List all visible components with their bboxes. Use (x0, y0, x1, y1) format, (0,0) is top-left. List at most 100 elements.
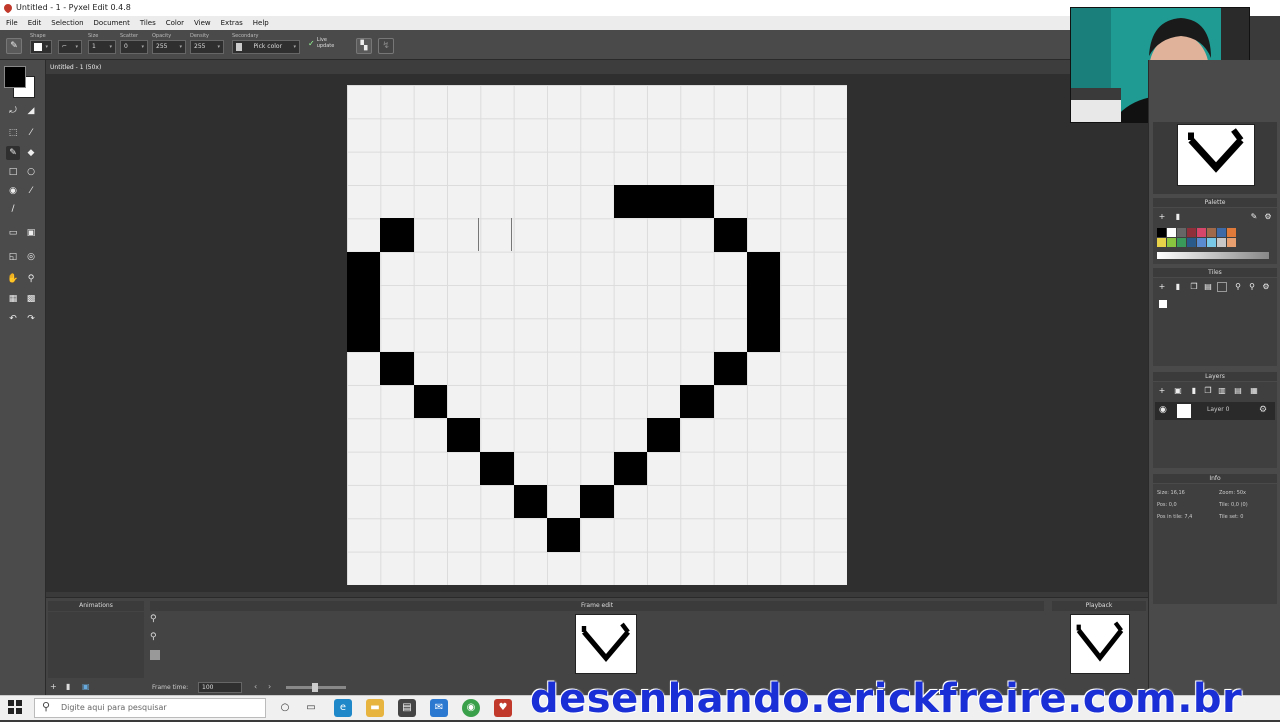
navigator-thumbnail[interactable] (1177, 124, 1255, 186)
file-explorer-icon[interactable]: ▬ (366, 699, 384, 717)
palette-swatch[interactable] (1197, 238, 1206, 247)
palette-swatch[interactable] (1217, 228, 1226, 237)
store-icon[interactable]: ▤ (398, 699, 416, 717)
palette-swatch[interactable] (1197, 228, 1206, 237)
merge-layer-icon[interactable]: ▥ (1217, 386, 1227, 396)
eyedropper-icon[interactable]: ⁄ (24, 184, 38, 198)
edge-icon[interactable]: e (334, 699, 352, 717)
pen-tool-icon[interactable]: ✎ (6, 146, 20, 160)
tile-settings-icon[interactable]: ⚙ (1261, 282, 1271, 292)
add-animation-icon[interactable]: + (50, 682, 57, 691)
palette-edit-icon[interactable]: ✎ (1249, 212, 1259, 222)
taskbar-search-input[interactable]: Digite aqui para pesquisar (34, 698, 266, 718)
undo-icon[interactable]: ↶ (6, 312, 20, 326)
tile-copy-icon[interactable]: ▤ (1203, 282, 1213, 292)
add-layer-icon[interactable]: + (1157, 386, 1167, 396)
brush-mode-dropdown[interactable]: ⌐ ▾ (58, 40, 82, 54)
animation-settings-icon[interactable]: ▣ (82, 682, 90, 691)
palette-swatch[interactable] (1187, 238, 1196, 247)
select-icon[interactable]: ⬚ (6, 126, 20, 140)
task-view-icon[interactable]: ▭ (302, 699, 320, 717)
palette-swatch[interactable] (1177, 228, 1186, 237)
playback-thumbnail[interactable] (1070, 614, 1130, 674)
live-update-checkbox[interactable]: ✓ Live update (308, 37, 339, 49)
palette-swatch[interactable] (1157, 228, 1166, 237)
color-picker-icon[interactable]: ◢ (24, 104, 38, 118)
zoom-icon[interactable]: ⚲ (24, 272, 38, 286)
palette-swatch[interactable] (1207, 228, 1216, 237)
menu-file[interactable]: File (6, 19, 18, 27)
tile-search-icon[interactable]: ⚲ (1233, 282, 1243, 292)
menu-edit[interactable]: Edit (28, 19, 42, 27)
size-dropdown[interactable]: 1 ▾ (88, 40, 116, 54)
add-color-icon[interactable]: + (1157, 212, 1167, 222)
menu-help[interactable]: Help (253, 19, 269, 27)
menu-color[interactable]: Color (166, 19, 184, 27)
swap-colors-icon[interactable]: ⤾ (6, 104, 20, 118)
palette-scrollbar[interactable] (1157, 252, 1269, 259)
next-frame-icon[interactable]: › (268, 682, 271, 691)
delete-color-icon[interactable]: ▮ (1173, 212, 1183, 222)
delete-tile-icon[interactable]: ▮ (1173, 282, 1183, 292)
secondary-dropdown[interactable]: Pick color ▾ (232, 40, 300, 54)
frame-view-icon[interactable] (150, 650, 160, 660)
cortana-icon[interactable]: ○ (276, 699, 294, 717)
magic-wand-icon[interactable]: ⁄ (24, 126, 38, 140)
chrome-icon[interactable]: ◉ (462, 699, 480, 717)
palette-swatch[interactable] (1157, 238, 1166, 247)
tile-stamp-icon[interactable]: ▭ (6, 226, 20, 240)
windows-start-icon[interactable] (8, 700, 22, 714)
palette-swatch[interactable] (1217, 238, 1226, 247)
tile-frame-icon[interactable] (1217, 282, 1227, 292)
grid-icon[interactable]: ▦ (6, 292, 20, 306)
duplicate-layer-icon[interactable]: ❐ (1203, 386, 1213, 396)
layer-row[interactable]: ◉ Layer 0 ⚙ (1155, 402, 1275, 420)
zoom-out-icon[interactable]: ⚲ (150, 632, 157, 642)
pixel-perfect-icon[interactable]: ↯ (378, 38, 394, 54)
palette-swatch[interactable] (1167, 238, 1176, 247)
palette-swatch[interactable] (1227, 228, 1236, 237)
tile-pick-icon[interactable]: ◱ (6, 250, 20, 264)
delete-animation-icon[interactable]: ▮ (66, 682, 70, 691)
tile-grid-icon[interactable]: ▩ (24, 292, 38, 306)
menu-document[interactable]: Document (94, 19, 130, 27)
document-tab[interactable]: Untitled - 1 (50x) (50, 63, 101, 73)
tile-item[interactable] (1159, 300, 1167, 308)
palette-swatch[interactable] (1177, 238, 1186, 247)
layer-options-icon[interactable]: ⚙ (1259, 405, 1267, 415)
menu-selection[interactable]: Selection (51, 19, 83, 27)
eye-icon[interactable]: ◉ (1159, 405, 1167, 415)
palette-swatch[interactable] (1207, 238, 1216, 247)
layer-down-icon[interactable]: ▦ (1249, 386, 1259, 396)
mirror-icon[interactable]: ▚ (356, 38, 372, 54)
mail-icon[interactable]: ✉ (430, 699, 448, 717)
menu-tiles[interactable]: Tiles (140, 19, 156, 27)
frame-edit-thumbnail[interactable] (575, 614, 637, 674)
layer-group-icon[interactable]: ▣ (1173, 386, 1183, 396)
density-dropdown[interactable]: 255 ▾ (190, 40, 224, 54)
layer-up-icon[interactable]: ▤ (1233, 386, 1243, 396)
add-tile-icon[interactable]: + (1157, 282, 1167, 292)
tile-select-icon[interactable]: ▣ (24, 226, 38, 240)
palette-swatch[interactable] (1227, 238, 1236, 247)
zoom-in-icon[interactable]: ⚲ (150, 614, 157, 624)
rectangle-icon[interactable]: □ (6, 165, 20, 179)
ellipse-icon[interactable]: ○ (24, 165, 38, 179)
palette-swatch[interactable] (1167, 228, 1176, 237)
prev-frame-icon[interactable]: ‹ (254, 682, 257, 691)
hand-icon[interactable]: ✋ (6, 272, 20, 286)
menu-extras[interactable]: Extras (221, 19, 243, 27)
duplicate-tile-icon[interactable]: ❐ (1189, 282, 1199, 292)
palette-swatch[interactable] (1187, 228, 1196, 237)
fill-bucket-icon[interactable]: ◉ (6, 184, 20, 198)
palette-settings-icon[interactable]: ⚙ (1263, 212, 1273, 222)
primary-color-swatch[interactable] (4, 66, 26, 88)
delete-layer-icon[interactable]: ▮ (1189, 386, 1199, 396)
opacity-dropdown[interactable]: 255 ▾ (152, 40, 186, 54)
playback-slider-handle[interactable] (312, 683, 318, 692)
tile-rotate-icon[interactable]: ◎ (24, 250, 38, 264)
scatter-dropdown[interactable]: 0 ▾ (120, 40, 148, 54)
menu-view[interactable]: View (194, 19, 211, 27)
eraser-icon[interactable]: ◆ (24, 146, 38, 160)
tile-zoom-icon[interactable]: ⚲ (1247, 282, 1257, 292)
